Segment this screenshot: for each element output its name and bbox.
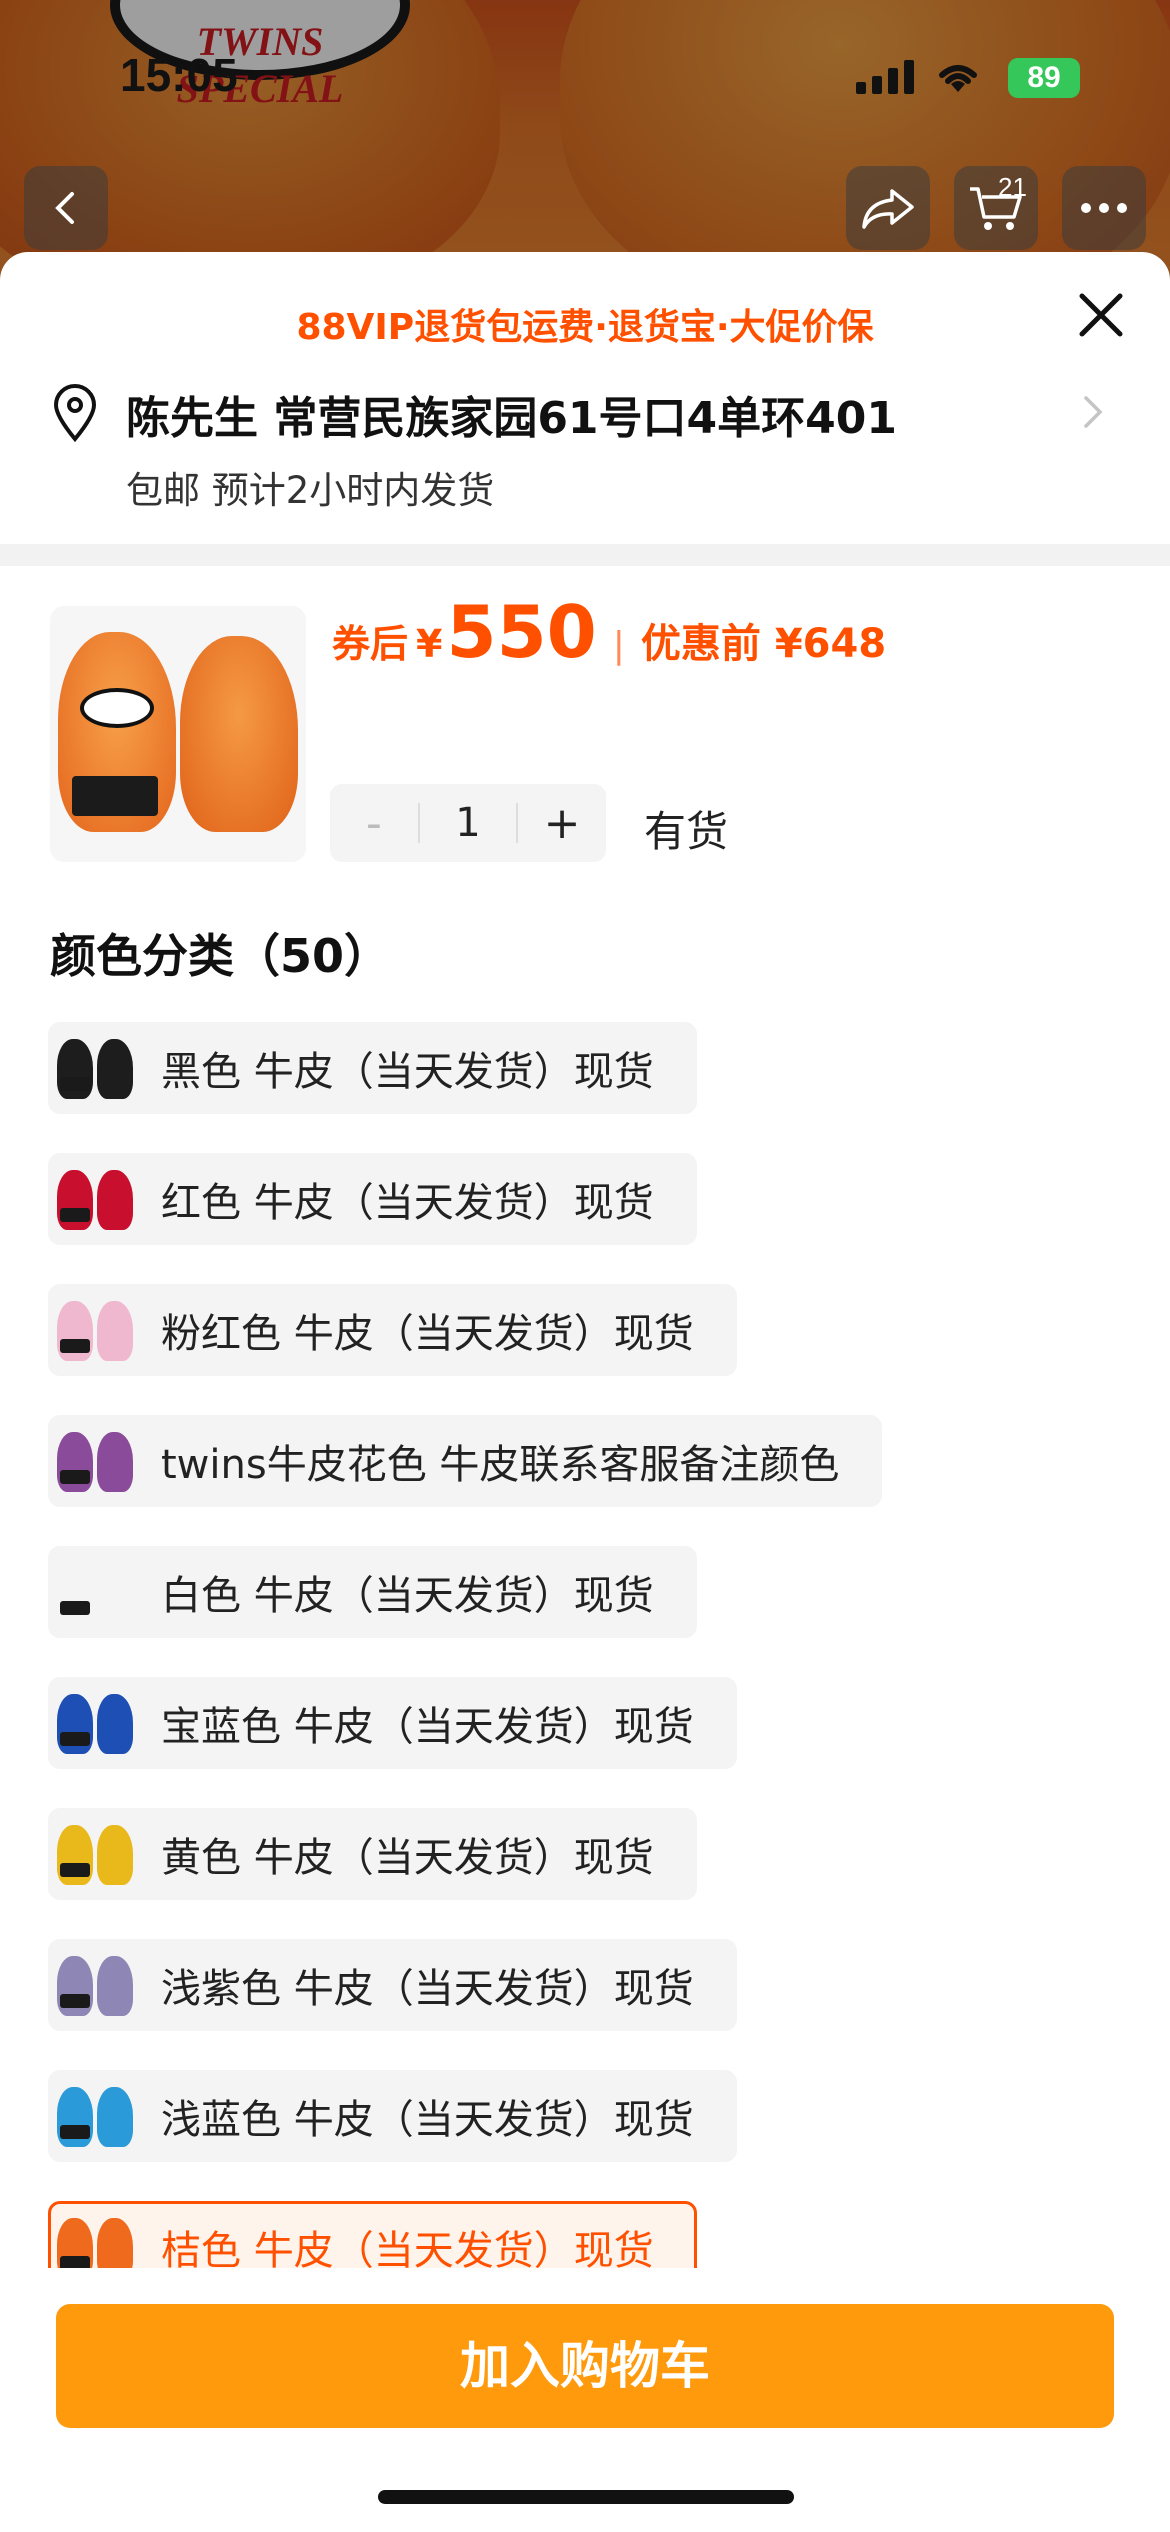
back-icon [55,192,74,224]
product-thumbnail[interactable] [50,606,306,862]
status-bar: 15:05 89 [0,0,1170,140]
glove-band [60,1994,90,2008]
color-option-thumbnail [53,2073,139,2159]
thumb-glove-right [180,636,298,832]
section-divider [0,544,1170,566]
battery-indicator: 89 [1008,58,1080,98]
quantity-increase-button[interactable]: + [518,798,606,849]
color-option-5[interactable]: 宝蓝色 牛皮（当天发货）现货 [48,1677,737,1769]
sku-selector-sheet: 88VIP退货包运费·退货宝·大促价保 陈先生 常营民族家园61号口4单环401… [0,252,1170,2532]
shipping-estimate: 包邮 预计2小时内发货 [126,469,495,512]
color-option-thumbnail [53,1680,139,1766]
option-row: 黑色 牛皮（当天发货）现货 [48,1022,1148,1153]
location-pin-icon [53,384,97,442]
color-option-7[interactable]: 浅紫色 牛皮（当天发货）现货 [48,1939,737,2031]
glove-swatch [97,1432,133,1492]
stock-status: 有货 [644,807,729,856]
signal-icon [856,60,914,94]
thumb-wristband [72,776,158,816]
color-option-thumbnail [53,1549,139,1635]
quantity-stepper: - 1 + [330,784,606,862]
color-option-label: 红色 牛皮（当天发货）现货 [161,1180,654,1226]
option-row: 浅紫色 牛皮（当天发货）现货 [48,1939,1148,2070]
color-option-label: 宝蓝色 牛皮（当天发货）现货 [161,1704,694,1750]
close-icon[interactable] [1074,288,1128,342]
color-option-3[interactable]: twins牛皮花色 牛皮联系客服备注颜色 [48,1415,883,1507]
thumb-logo [80,688,154,728]
glove-band [60,1732,90,1746]
glove-band [60,2125,90,2139]
price-amount: 550 [446,590,597,674]
quantity-value[interactable]: 1 [418,803,518,843]
color-option-label: 黑色 牛皮（当天发货）现货 [161,1049,654,1095]
more-icon [1081,203,1127,213]
color-options-list: 黑色 牛皮（当天发货）现货 红色 牛皮（当天发货）现货 粉红色 牛皮（当天发货）现货… [48,1022,1148,2332]
color-section-title: 颜色分类（50） [50,929,391,983]
option-row: 宝蓝色 牛皮（当天发货）现货 [48,1677,1148,1808]
color-option-0[interactable]: 黑色 牛皮（当天发货）现货 [48,1022,697,1114]
color-option-label: 浅紫色 牛皮（当天发货）现货 [161,1966,694,2012]
color-option-thumbnail [53,1942,139,2028]
color-option-thumbnail [53,1811,139,1897]
option-row: 黄色 牛皮（当天发货）现货 [48,1808,1148,1939]
glove-band [60,1863,90,1877]
color-option-thumbnail [53,1025,139,1111]
address-text: 陈先生 常营民族家园61号口4单环401 [126,393,898,444]
glove-swatch [97,1825,133,1885]
glove-swatch [97,1956,133,2016]
home-indicator [378,2490,794,2504]
glove-band [60,1339,90,1353]
price-separator: | [612,625,625,666]
color-option-label: 黄色 牛皮（当天发货）现货 [161,1835,654,1881]
glove-swatch [97,1301,133,1361]
color-option-2[interactable]: 粉红色 牛皮（当天发货）现货 [48,1284,737,1376]
option-row: twins牛皮花色 牛皮联系客服备注颜色 [48,1415,1148,1546]
color-option-label: twins牛皮花色 牛皮联系客服备注颜色 [161,1442,840,1488]
color-option-thumbnail [53,1287,139,1373]
color-option-label: 粉红色 牛皮（当天发货）现货 [161,1311,694,1357]
color-option-1[interactable]: 红色 牛皮（当天发货）现货 [48,1153,697,1245]
color-option-label: 浅蓝色 牛皮（当天发货）现货 [161,2097,694,2143]
price-prefix: 券后 [332,622,409,666]
color-option-8[interactable]: 浅蓝色 牛皮（当天发货）现货 [48,2070,737,2162]
glove-band [60,1601,90,1615]
wifi-icon [939,65,977,92]
glove-band [60,1470,90,1484]
chevron-right-icon [1084,396,1103,428]
option-row: 浅蓝色 牛皮（当天发货）现货 [48,2070,1148,2201]
glove-band [60,1077,90,1091]
back-button[interactable] [24,166,108,250]
add-to-cart-button[interactable]: 加入购物车 [56,2304,1114,2428]
color-option-thumbnail [53,1418,139,1504]
cart-count-badge: 21 [998,172,1027,202]
color-option-thumbnail [53,1156,139,1242]
color-option-4[interactable]: 白色 牛皮（当天发货）现货 [48,1546,697,1638]
price-currency: ¥ [416,622,443,666]
option-row: 白色 牛皮（当天发货）现货 [48,1546,1148,1677]
color-option-label: 白色 牛皮（当天发货）现货 [161,1573,654,1619]
glove-swatch [97,1039,133,1099]
more-button[interactable] [1062,166,1146,250]
promo-text: 88VIP退货包运费·退货宝·大促价保 [296,307,874,348]
share-button[interactable] [846,166,930,250]
original-price: 优惠前 ¥648 [640,621,887,667]
glove-swatch [97,1170,133,1230]
option-row: 粉红色 牛皮（当天发货）现货 [48,1284,1148,1415]
glove-swatch [97,1563,133,1623]
color-option-6[interactable]: 黄色 牛皮（当天发货）现货 [48,1808,697,1900]
glove-swatch [97,1694,133,1754]
option-row: 红色 牛皮（当天发货）现货 [48,1153,1148,1284]
share-icon [862,189,914,229]
glove-band [60,1208,90,1222]
glove-swatch [97,2087,133,2147]
status-time: 15:05 [120,49,238,101]
quantity-decrease-button[interactable]: - [330,798,418,849]
price-line: 券后 ¥ 550 | 优惠前 ¥648 [332,590,886,690]
